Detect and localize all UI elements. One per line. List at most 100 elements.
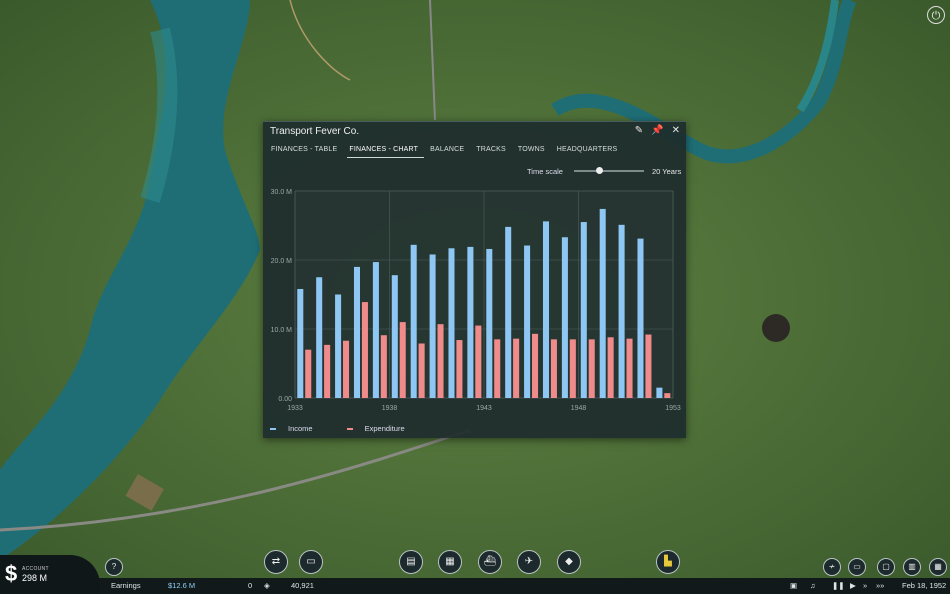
earnings-value: $12.6 M [168, 581, 196, 590]
tab-headquarters[interactable]: HEADQUARTERS [555, 144, 624, 158]
line-manager-button[interactable]: ≁ [823, 558, 841, 576]
slider-handle[interactable] [595, 167, 603, 174]
expenditure-bar [361, 302, 368, 398]
x-tick-label: 1943 [476, 405, 492, 412]
legend-expenditure: Expenditure [346, 424, 405, 433]
tab-towns[interactable]: TOWNS [516, 144, 551, 158]
towns-button[interactable]: ▥ [903, 558, 921, 576]
tab-balance[interactable]: BALANCE [428, 144, 470, 158]
x-tick-label: 1933 [287, 405, 303, 412]
terrain-button[interactable]: ◆ [557, 550, 581, 574]
income-bar [637, 238, 644, 398]
income-bar [580, 222, 587, 398]
ship-button[interactable]: ⛴ [478, 550, 502, 574]
expenditure-bar [664, 393, 671, 398]
finance-button[interactable]: ▦ [929, 558, 947, 576]
expenditure-bar [513, 338, 520, 398]
x-tick-label: 1948 [571, 405, 587, 412]
plane-button[interactable]: ✈ [517, 550, 541, 574]
expenditure-bar [588, 339, 595, 398]
y-tick-label: 30.0 M [271, 189, 293, 196]
tab-bar: FINANCES - TABLE FINANCES - CHART BALANC… [269, 144, 627, 158]
expenditure-bar [324, 344, 331, 398]
expenditure-bar [456, 340, 463, 398]
expenditure-bar [569, 339, 576, 398]
close-icon[interactable]: ✕ [672, 125, 680, 136]
income-bar [505, 226, 512, 398]
account-label: ACCOUNT [22, 566, 49, 572]
pin-icon[interactable]: 📌 [651, 125, 663, 136]
dollar-icon: $ [5, 561, 18, 586]
x-tick-label: 1938 [382, 405, 398, 412]
expenditure-bar [305, 349, 312, 398]
power-icon[interactable]: ⏻ [927, 6, 945, 24]
time-scale-value: 20 Years [652, 167, 682, 176]
income-bar [561, 237, 568, 398]
tab-tracks[interactable]: TRACKS [474, 144, 512, 158]
station-manager-button[interactable]: ▢ [877, 558, 895, 576]
income-bar [429, 254, 436, 398]
vehicle-manager-button[interactable]: ▭ [848, 558, 866, 576]
income-bar [410, 244, 417, 398]
income-bar [486, 248, 493, 398]
expenditure-bar [645, 334, 652, 398]
chart-legend: Income Expenditure [270, 424, 405, 433]
routes-button[interactable]: ⇄ [264, 550, 288, 574]
income-bar [391, 275, 398, 398]
bulldozer-button[interactable]: ▙ [656, 550, 680, 574]
finance-chart: 0.00 10.0 M 20.0 M 30.0 M 1933 1938 1943 1948 19… [271, 189, 681, 412]
vehicle-count: 0 [248, 581, 253, 590]
tab-finances-table[interactable]: FINANCES - TABLE [269, 144, 343, 158]
income-bar [316, 277, 323, 398]
cargo-icon: ◈ [264, 581, 270, 590]
expenditure-bar [437, 324, 444, 398]
camera-icon[interactable]: ▣ [790, 581, 797, 590]
income-bar [297, 288, 304, 398]
expenditure-bar [418, 343, 425, 398]
expenditure-bar [343, 340, 350, 398]
account-value: 298 M [22, 573, 48, 583]
cargo-value: 40,921 [291, 581, 314, 590]
expenditure-bar [626, 338, 633, 398]
music-icon[interactable]: ♫ [810, 581, 816, 590]
income-bar [335, 294, 342, 398]
time-scale-label: Time scale [527, 167, 563, 176]
fastest-forward-icon[interactable]: »» [876, 581, 884, 590]
bus-button[interactable]: ▭ [299, 550, 323, 574]
income-bar [372, 262, 379, 398]
help-button[interactable]: ? [105, 558, 123, 576]
expenditure-bar [550, 339, 557, 398]
truck-button[interactable]: ▤ [399, 550, 423, 574]
income-bar [524, 245, 531, 398]
play-icon[interactable]: ▶ [850, 581, 856, 590]
company-window: Transport Fever Co. ✎ 📌 ✕ FINANCES - TAB… [263, 121, 686, 438]
earnings-label: Earnings [111, 581, 141, 590]
date-display: Feb 18, 1952 [902, 581, 947, 590]
pause-icon[interactable]: ❚❚ [832, 581, 845, 590]
y-tick-label: 0.00 [278, 396, 292, 403]
income-bar [448, 248, 455, 398]
expenditure-bar [380, 335, 387, 398]
y-tick-label: 10.0 M [271, 327, 293, 334]
expenditure-bar [607, 337, 614, 398]
income-bar [542, 221, 550, 398]
income-bar [618, 224, 625, 398]
window-title: Transport Fever Co. [270, 126, 360, 137]
tab-finances-chart[interactable]: FINANCES - CHART [347, 144, 425, 158]
account-panel[interactable]: $ ACCOUNT 298 M [0, 555, 100, 594]
x-tick-label: 1953 [665, 405, 681, 412]
pencil-icon[interactable]: ✎ [635, 125, 643, 136]
status-bar: Earnings $12.6 M 0 ◈ 40,921 ▣ ♫ ❚❚ ▶ » »… [0, 578, 950, 594]
expenditure-bar [532, 333, 539, 398]
expenditure-bar [494, 339, 501, 398]
income-bar [467, 246, 474, 398]
train-button[interactable]: ▦ [438, 550, 462, 574]
income-bar [599, 208, 606, 398]
legend-income: Income [270, 424, 313, 433]
expenditure-bar [475, 325, 482, 398]
income-bar [353, 266, 361, 398]
fast-forward-icon[interactable]: » [863, 581, 867, 590]
expenditure-bar [399, 322, 406, 398]
y-tick-label: 20.0 M [271, 258, 293, 265]
time-scale-slider[interactable] [574, 167, 644, 174]
